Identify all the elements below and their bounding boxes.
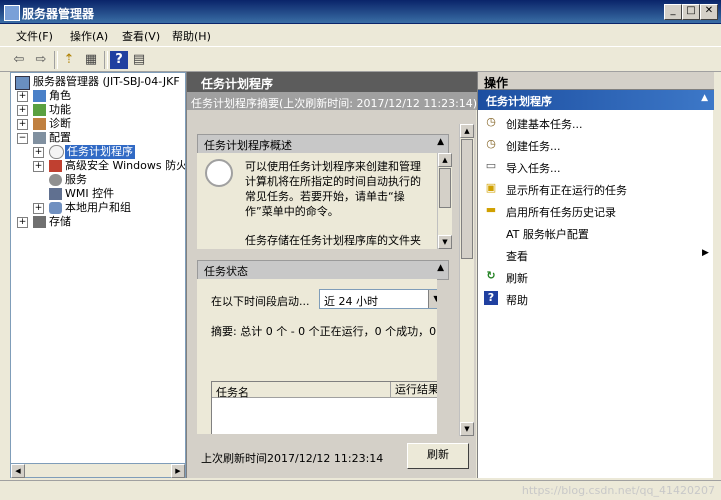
period-label: 在以下时间段启动... — [211, 295, 310, 308]
import-icon: ▭ — [485, 159, 497, 172]
collapse-icon[interactable]: ▲ — [437, 263, 444, 273]
menu-help[interactable]: 帮助(H) — [172, 28, 211, 44]
action-pane-icon[interactable]: ▤ — [130, 51, 148, 69]
action-create-task[interactable]: ◷ 创建任务... — [478, 134, 714, 154]
firewall-icon — [49, 160, 62, 172]
overview-section-header[interactable]: 任务计划程序概述 ▲ — [197, 134, 449, 154]
actions-title: 操作 — [484, 76, 509, 90]
action-help[interactable]: ? 帮助 — [478, 288, 714, 308]
users-icon — [49, 202, 62, 214]
clock-icon — [205, 159, 233, 187]
back-icon[interactable]: ⇦ — [10, 51, 28, 69]
gear-icon — [49, 174, 62, 186]
action-enable-history[interactable]: ▬ 启用所有任务历史记录 — [478, 200, 714, 220]
show-hide-tree-icon[interactable]: ▦ — [82, 51, 100, 69]
menu-bar: 文件(F) 操作(A) 查看(V) 帮助(H) — [0, 24, 721, 46]
expand-icon[interactable]: + — [33, 161, 44, 172]
close-button[interactable]: ✕ — [700, 4, 718, 20]
scroll-down-button[interactable]: ▼ — [438, 235, 452, 249]
clock-icon: ◷ — [486, 115, 496, 128]
overview-section-body: 可以使用任务计划程序来创建和管理计算机将在所指定的时间自动执行的常见任务。若要开… — [197, 153, 437, 249]
expand-icon[interactable]: + — [17, 119, 28, 130]
diagnostics-icon — [33, 118, 46, 130]
task-status-table: 任务名 运行结果 — [211, 381, 437, 434]
collapse-icon[interactable]: − — [17, 133, 28, 144]
menu-action[interactable]: 操作(A) — [70, 28, 108, 44]
toolbar-separator — [104, 51, 108, 69]
navigation-tree: 服务器管理器 (JIT-SBJ-04-JKF + 角色 + 功能 + 诊断 − … — [10, 72, 186, 464]
toolbar-separator — [54, 51, 58, 69]
overview-text-more: 任务存储在任务计划程序库的文件夹 — [245, 234, 421, 247]
action-show-running-tasks[interactable]: ▣ 显示所有正在运行的任务 — [478, 178, 714, 198]
chevron-right-icon: ▶ — [702, 248, 709, 258]
actions-subheader[interactable]: 任务计划程序 ▲ — [478, 90, 714, 110]
scroll-left-button[interactable]: ◀ — [11, 464, 25, 478]
scroll-up-button[interactable]: ▲ — [438, 153, 452, 167]
menu-view[interactable]: 查看(V) — [122, 28, 160, 44]
chevron-down-icon[interactable]: ▼ — [428, 290, 437, 308]
center-pane-subheader: 任务计划程序摘要(上次刷新时间: 2017/12/12 11:23:14) — [187, 92, 477, 110]
expand-icon[interactable]: + — [33, 147, 44, 158]
last-refresh-time: 上次刷新时间2017/12/12 11:23:14 — [201, 452, 384, 465]
collapse-icon[interactable]: ▲ — [701, 93, 708, 103]
configuration-icon — [33, 132, 46, 144]
running-tasks-icon: ▣ — [485, 181, 497, 194]
collapse-icon[interactable]: ▲ — [437, 137, 444, 147]
menu-file[interactable]: 文件(F) — [16, 28, 53, 44]
maximize-button[interactable]: □ — [682, 4, 700, 20]
wmi-icon — [49, 188, 62, 200]
center-pane: 任务计划程序 任务计划程序摘要(上次刷新时间: 2017/12/12 11:23… — [186, 72, 477, 478]
summary-title: 任务计划程序摘要(上次刷新时间: 2017/12/12 11:23:14) — [191, 97, 478, 110]
clock-icon: ◷ — [486, 137, 496, 150]
refresh-button[interactable]: 刷新 — [407, 443, 469, 469]
storage-icon — [33, 216, 46, 228]
action-refresh[interactable]: ↻ 刷新 — [478, 266, 714, 286]
center-pane-header: 任务计划程序 — [187, 72, 477, 92]
center-pane-title: 任务计划程序 — [201, 77, 274, 91]
help-icon: ? — [484, 291, 498, 305]
scroll-down-button[interactable]: ▼ — [460, 422, 474, 436]
scroll-right-button[interactable]: ▶ — [171, 464, 185, 478]
folder-icon: ▬ — [485, 203, 497, 216]
window-title: 服务器管理器 — [22, 7, 95, 21]
watermark-text: https://blog.csdn.net/qq_41420207 — [521, 484, 715, 497]
expand-icon[interactable]: + — [17, 217, 28, 228]
features-icon — [33, 104, 46, 116]
server-manager-icon — [15, 76, 30, 90]
overview-scrollbar[interactable]: ▲ ▼ — [437, 153, 452, 249]
title-bar: 服务器管理器 _ □ ✕ — [0, 0, 721, 24]
forward-icon[interactable]: ⇨ — [32, 51, 50, 69]
clock-icon — [49, 145, 64, 159]
expand-icon[interactable]: + — [17, 91, 28, 102]
minimize-button[interactable]: _ — [664, 4, 682, 20]
status-bar: https://blog.csdn.net/qq_41420207 — [0, 480, 721, 500]
actions-header: 操作 — [478, 72, 714, 90]
action-view[interactable]: 查看 ▶ — [478, 244, 714, 264]
status-summary: 摘要: 总计 0 个 - 0 个正在运行，0 个成功，0 ... — [211, 325, 437, 338]
up-folder-icon[interactable]: ⇡ — [60, 51, 78, 69]
scroll-up-button[interactable]: ▲ — [460, 124, 474, 138]
action-import-task[interactable]: ▭ 导入任务... — [478, 156, 714, 176]
server-manager-icon — [4, 5, 20, 21]
column-run-result[interactable]: 运行结果 — [390, 382, 437, 398]
roles-icon — [33, 90, 46, 102]
action-at-service-account[interactable]: AT 服务帐户配置 — [478, 222, 714, 242]
status-section-body: 在以下时间段启动... 近 24 小时 ▼ 摘要: 总计 0 个 - 0 个正在… — [197, 279, 437, 434]
expand-icon[interactable]: + — [17, 105, 28, 116]
overview-text: 可以使用任务计划程序来创建和管理计算机将在所指定的时间自动执行的常见任务。若要开… — [245, 160, 421, 218]
expand-icon[interactable]: + — [33, 203, 44, 214]
period-select[interactable]: 近 24 小时 ▼ — [319, 289, 437, 309]
status-section-header[interactable]: 任务状态 ▲ — [197, 260, 449, 280]
refresh-icon: ↻ — [486, 269, 496, 282]
toolbar: ⇦ ⇨ ⇡ ▦ ? ▤ — [0, 46, 721, 72]
tree-horizontal-scrollbar[interactable]: ◀ ▶ — [10, 464, 186, 478]
center-scrollbar[interactable]: ▲ ▼ — [459, 124, 474, 436]
scroll-thumb[interactable] — [439, 168, 451, 208]
column-task-name[interactable]: 任务名 — [216, 384, 249, 400]
help-icon[interactable]: ? — [110, 51, 128, 69]
scroll-thumb[interactable] — [461, 139, 473, 259]
action-create-basic-task[interactable]: ◷ 创建基本任务... — [478, 112, 714, 132]
actions-pane: 操作 任务计划程序 ▲ ◷ 创建基本任务... ◷ 创建任务... ▭ 导入任务… — [477, 72, 714, 478]
table-header: 任务名 运行结果 — [212, 382, 437, 400]
